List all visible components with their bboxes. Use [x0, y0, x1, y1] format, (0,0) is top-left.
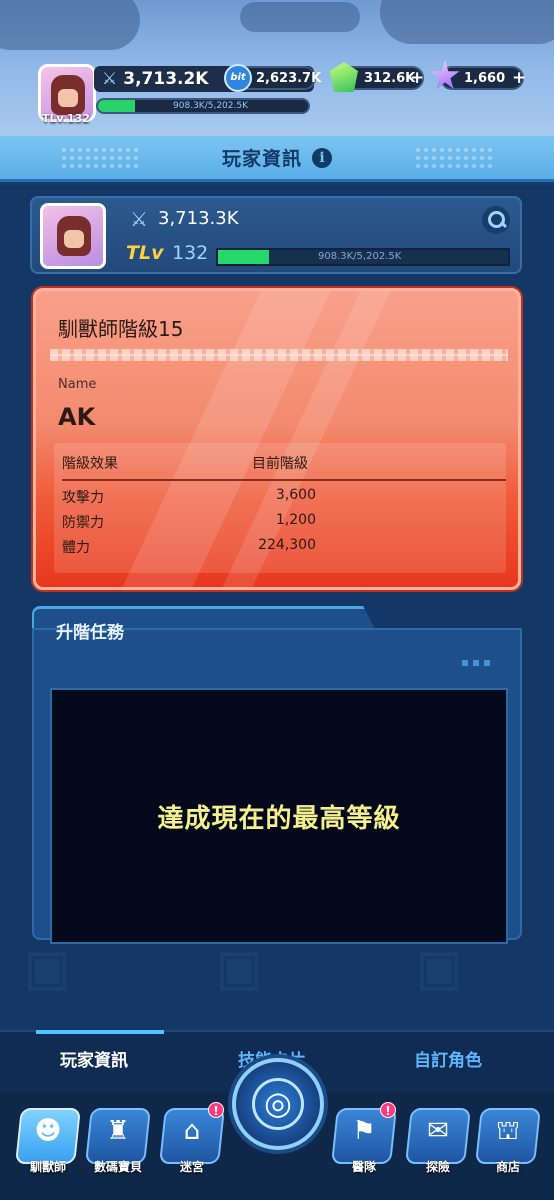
- rank-effects-table: 階級效果 目前階級 攻擊力 3,600 防禦力 1,200 體力 224,300: [54, 443, 506, 573]
- name-label: Name: [58, 377, 97, 392]
- top-resource-bar: TLv.132 ⚔ 3,713.2K 908.3K/5,202.5K bit 2…: [0, 0, 554, 136]
- tab-player-info[interactable]: 玩家資訊: [60, 1046, 128, 1071]
- info-icon[interactable]: i: [312, 147, 332, 168]
- tamer-icon: ☻: [34, 1116, 62, 1146]
- table-row: 防禦力 1,200: [54, 512, 506, 536]
- player-name: AK: [58, 403, 96, 431]
- world-map-button[interactable]: ◎: [232, 1058, 324, 1150]
- nav-label: 迷宮: [179, 1160, 204, 1174]
- player-power: 3,713.3K: [158, 208, 239, 229]
- bit-value: 2,623.7K: [256, 70, 322, 86]
- shop-icon: ⛫: [496, 1116, 520, 1146]
- avatar-face: [51, 75, 85, 115]
- top-xp-bar: 908.3K/5,202.5K: [96, 98, 310, 114]
- active-tab-indicator: [36, 1030, 164, 1034]
- effect-value: 224,300: [258, 537, 316, 553]
- task-body: 達成現在的最高等級: [32, 628, 522, 944]
- nav-maze[interactable]: ⌂ 迷宮 !: [158, 1102, 226, 1178]
- player-xp-text: 908.3K/5,202.5K: [318, 251, 402, 262]
- globe-icon: ◎: [264, 1084, 292, 1122]
- table-row: 體力 224,300: [54, 537, 506, 561]
- nav-digimon[interactable]: ♜ 數碼寶貝: [84, 1106, 152, 1178]
- background-decoration: ▣: [420, 930, 459, 1004]
- promotion-task-panel: 達成現在的最高等級 升階任務: [32, 606, 522, 944]
- top-xp-text: 908.3K/5,202.5K: [173, 101, 248, 111]
- background-decoration: ▣: [220, 930, 259, 1004]
- avatar-face: [57, 216, 91, 256]
- notification-badge: !: [208, 1102, 224, 1118]
- team-icon: ⚑: [352, 1116, 376, 1146]
- explore-icon: ✉: [427, 1116, 449, 1146]
- top-xp-fill: [98, 100, 135, 112]
- panel-decoration: [462, 660, 490, 666]
- maze-icon: ⌂: [183, 1116, 201, 1146]
- add-star-button[interactable]: +: [512, 68, 526, 88]
- tlv-label: TLv: [126, 242, 164, 264]
- player-level: 132: [172, 242, 209, 264]
- player-card: ⚔ 3,713.3K TLv 132 908.3K/5,202.5K: [30, 196, 522, 274]
- task-message: 達成現在的最高等級: [157, 803, 401, 834]
- player-card-avatar: [40, 203, 106, 269]
- nav-tamer[interactable]: ☻ 馴獸師: [14, 1106, 82, 1178]
- nav-explore[interactable]: ✉ 探險: [404, 1106, 472, 1178]
- col-current-header: 目前階級: [252, 456, 308, 472]
- search-icon[interactable]: [482, 206, 510, 234]
- gem-value: 312.6K: [364, 70, 416, 86]
- star-value: 1,660: [464, 70, 506, 86]
- background-decoration: ▣: [28, 930, 67, 1004]
- nav-label: 探險: [425, 1160, 450, 1174]
- header-decoration: [414, 146, 494, 172]
- table-header-line: [62, 479, 506, 481]
- notification-badge: !: [380, 1102, 396, 1118]
- rank-title: 馴獸師階級15: [58, 317, 184, 341]
- table-row: 攻擊力 3,600: [54, 487, 506, 511]
- page-header: 玩家資訊 i: [0, 136, 554, 182]
- task-title: 升階任務: [56, 623, 124, 643]
- avatar-level: TLv.132: [42, 112, 90, 125]
- star-icon: [430, 60, 460, 90]
- nav-label: 醫隊: [351, 1160, 376, 1174]
- add-gem-button[interactable]: +: [410, 68, 424, 88]
- nav-label: 商店: [495, 1160, 520, 1174]
- effect-name: 防禦力: [62, 515, 104, 531]
- bit-currency[interactable]: bit 2,623.7K: [224, 64, 321, 92]
- digimon-icon: ♜: [106, 1116, 130, 1146]
- nav-team[interactable]: ⚑ 醫隊 !: [330, 1102, 398, 1178]
- player-xp-fill: [218, 250, 269, 264]
- header-decoration: [60, 146, 140, 172]
- page-title: 玩家資訊: [221, 148, 302, 170]
- crossed-swords-icon: ⚔: [130, 207, 148, 231]
- nav-label: 馴獸師: [29, 1160, 66, 1174]
- effect-name: 攻擊力: [62, 490, 104, 506]
- task-screen: 達成現在的最高等級: [50, 688, 508, 944]
- effect-value: 1,200: [275, 512, 316, 528]
- gem-icon: [330, 62, 358, 92]
- player-xp-bar: 908.3K/5,202.5K: [216, 248, 510, 266]
- nav-shop[interactable]: ⛫ 商店: [474, 1106, 542, 1178]
- crossed-swords-icon: ⚔: [102, 69, 118, 89]
- effect-name: 體力: [62, 540, 90, 556]
- nav-label: 數碼寶貝: [93, 1160, 142, 1174]
- effect-value: 3,600: [275, 487, 316, 503]
- power-value: 3,713.2K: [123, 69, 209, 89]
- tamer-rank-card: 馴獸師階級15 Name AK 階級效果 目前階級 攻擊力 3,600 防禦力 …: [33, 288, 521, 590]
- tab-custom-character[interactable]: 自訂角色: [414, 1046, 482, 1071]
- divider-stripe: [50, 349, 508, 361]
- col-effect-header: 階級效果: [62, 456, 118, 472]
- bit-icon: bit: [224, 64, 252, 92]
